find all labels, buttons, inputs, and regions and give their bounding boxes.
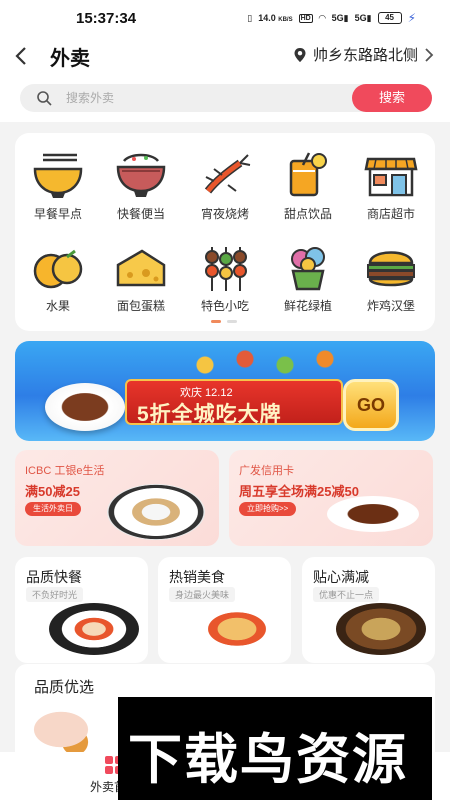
status-bar: 15:37:34 ▯ 14.0 KB/S HD ◠ 5G▮ 5G▮ 45 ⚡ — [0, 0, 450, 34]
category-label: 宵夜烧烤 — [200, 207, 249, 221]
promo-banner[interactable]: 欢庆 12.12 5折全城吃大牌 GO — [15, 341, 435, 441]
vibrate-icon: ▯ — [247, 12, 253, 23]
steak-plate-image — [45, 383, 125, 431]
mascot-image — [33, 702, 103, 752]
feature-subtitle: 不负好时光 — [26, 587, 84, 602]
promo-card-icbc[interactable]: ICBC 工银e生活 满50减25 生活外卖日 — [15, 450, 219, 546]
search-button[interactable]: 搜索 — [352, 84, 432, 112]
section-title: 品质优选 — [34, 679, 95, 696]
search-section: 搜索 — [0, 76, 450, 122]
feature-discount[interactable]: 贴心满减 优惠不止一点 — [302, 557, 435, 663]
noodle-image — [192, 603, 282, 655]
hd-icon: HD — [298, 13, 313, 23]
watermark-overlay: 下载鸟资源 — [118, 697, 432, 800]
location-selector[interactable]: 帅乡东路路北侧 — [293, 44, 434, 65]
category-snacks[interactable]: 特色小吃 — [185, 243, 265, 314]
feature-title: 品质快餐 — [26, 569, 82, 585]
category-barbecue[interactable]: 宵夜烧烤 — [185, 151, 265, 222]
banner-title: 5折全城吃大牌 — [137, 403, 282, 426]
category-breakfast[interactable]: 早餐早点 — [18, 151, 98, 222]
category-bakery[interactable]: 面包蛋糕 — [101, 243, 181, 314]
category-dessert[interactable]: 甜点饮品 — [268, 151, 348, 222]
location-label: 帅乡东路路北侧 — [312, 47, 418, 64]
charging-icon: ⚡ — [407, 11, 416, 25]
promo-tag: 广发信用卡 — [239, 465, 294, 477]
feature-subtitle: 身边最火美味 — [169, 587, 236, 602]
feature-subtitle: 优惠不止一点 — [313, 587, 380, 602]
status-icons: ▯ 14.0 KB/S HD ◠ 5G▮ 5G▮ 45 ⚡ — [247, 11, 416, 25]
category-fastfood[interactable]: 快餐便当 — [101, 151, 181, 222]
search-icon — [37, 91, 52, 106]
search-bar: 搜索 — [20, 84, 432, 112]
category-flowers[interactable]: 鲜花绿植 — [268, 243, 348, 314]
go-button[interactable]: GO — [343, 379, 399, 431]
feature-hot-food[interactable]: 热销美食 身边最火美味 — [158, 557, 291, 663]
burger-icon — [367, 251, 415, 287]
signal-icon: 5G▮ — [331, 12, 349, 23]
food-illustration — [165, 347, 365, 377]
status-time: 15:37:34 — [76, 10, 137, 27]
category-burger[interactable]: 炸鸡汉堡 — [351, 243, 431, 314]
orange-icon — [33, 249, 83, 289]
feature-quality-fastfood[interactable]: 品质快餐 不负好时光 — [15, 557, 148, 663]
steak-image — [327, 496, 419, 532]
category-label: 特色小吃 — [200, 299, 249, 313]
header: 外卖 帅乡东路路北侧 — [0, 34, 450, 76]
category-label: 早餐早点 — [33, 207, 82, 221]
map-pin-icon — [294, 47, 306, 62]
watermark-text: 下载鸟资源 — [128, 728, 408, 791]
page-dot-active — [211, 320, 221, 323]
promo-title: 周五享全场满25减50 — [239, 484, 359, 499]
signal-icon-2: 5G▮ — [354, 12, 372, 23]
drink-icon — [289, 152, 327, 197]
noodle-bowl-icon — [33, 153, 83, 198]
promo-button[interactable]: 立即抢购>> — [239, 502, 297, 516]
crayfish-icon — [204, 154, 251, 194]
shop-icon — [364, 157, 418, 197]
category-store[interactable]: 商店超市 — [351, 151, 431, 222]
page-dot — [227, 320, 237, 323]
feature-title: 热销美食 — [169, 569, 225, 585]
category-label: 甜点饮品 — [283, 207, 332, 221]
category-fruit[interactable]: 水果 — [18, 243, 98, 314]
page-title: 外卖 — [50, 48, 90, 70]
category-label: 鲜花绿植 — [283, 299, 332, 313]
rice-bowl-icon — [116, 153, 166, 197]
category-label: 快餐便当 — [116, 207, 165, 221]
promo-title: 满50减25 — [25, 484, 80, 499]
chevron-right-icon — [425, 47, 434, 62]
promo-tag: ICBC 工银e生活 — [25, 465, 105, 477]
skewer-icon — [205, 247, 247, 291]
category-grid: 早餐早点 快餐便当 宵夜烧烤 甜点饮品 商店超市 水果 面包蛋糕 特色小吃 鲜花… — [15, 133, 435, 331]
cheese-cake-icon — [116, 249, 166, 287]
sushi-image — [49, 603, 139, 655]
stew-pot-image — [336, 603, 426, 655]
category-label: 面包蛋糕 — [116, 299, 165, 313]
page-indicator — [211, 320, 237, 323]
flower-pot-icon — [291, 247, 325, 291]
chevron-left-icon — [15, 47, 26, 65]
back-button[interactable] — [14, 40, 28, 71]
category-label: 商店超市 — [366, 207, 415, 221]
feature-title: 贴心满减 — [313, 569, 369, 585]
search-input[interactable] — [66, 84, 326, 112]
net-speed: 14.0 KB/S — [258, 13, 293, 23]
battery-icon: 45 — [377, 12, 402, 24]
category-label: 炸鸡汉堡 — [366, 299, 415, 313]
promo-card-cgb[interactable]: 广发信用卡 周五享全场满25减50 立即抢购>> — [229, 450, 433, 546]
category-label: 水果 — [45, 299, 70, 313]
wifi-icon: ◠ — [318, 12, 326, 23]
promo-button[interactable]: 生活外卖日 — [25, 502, 81, 516]
platter-image — [107, 484, 205, 540]
